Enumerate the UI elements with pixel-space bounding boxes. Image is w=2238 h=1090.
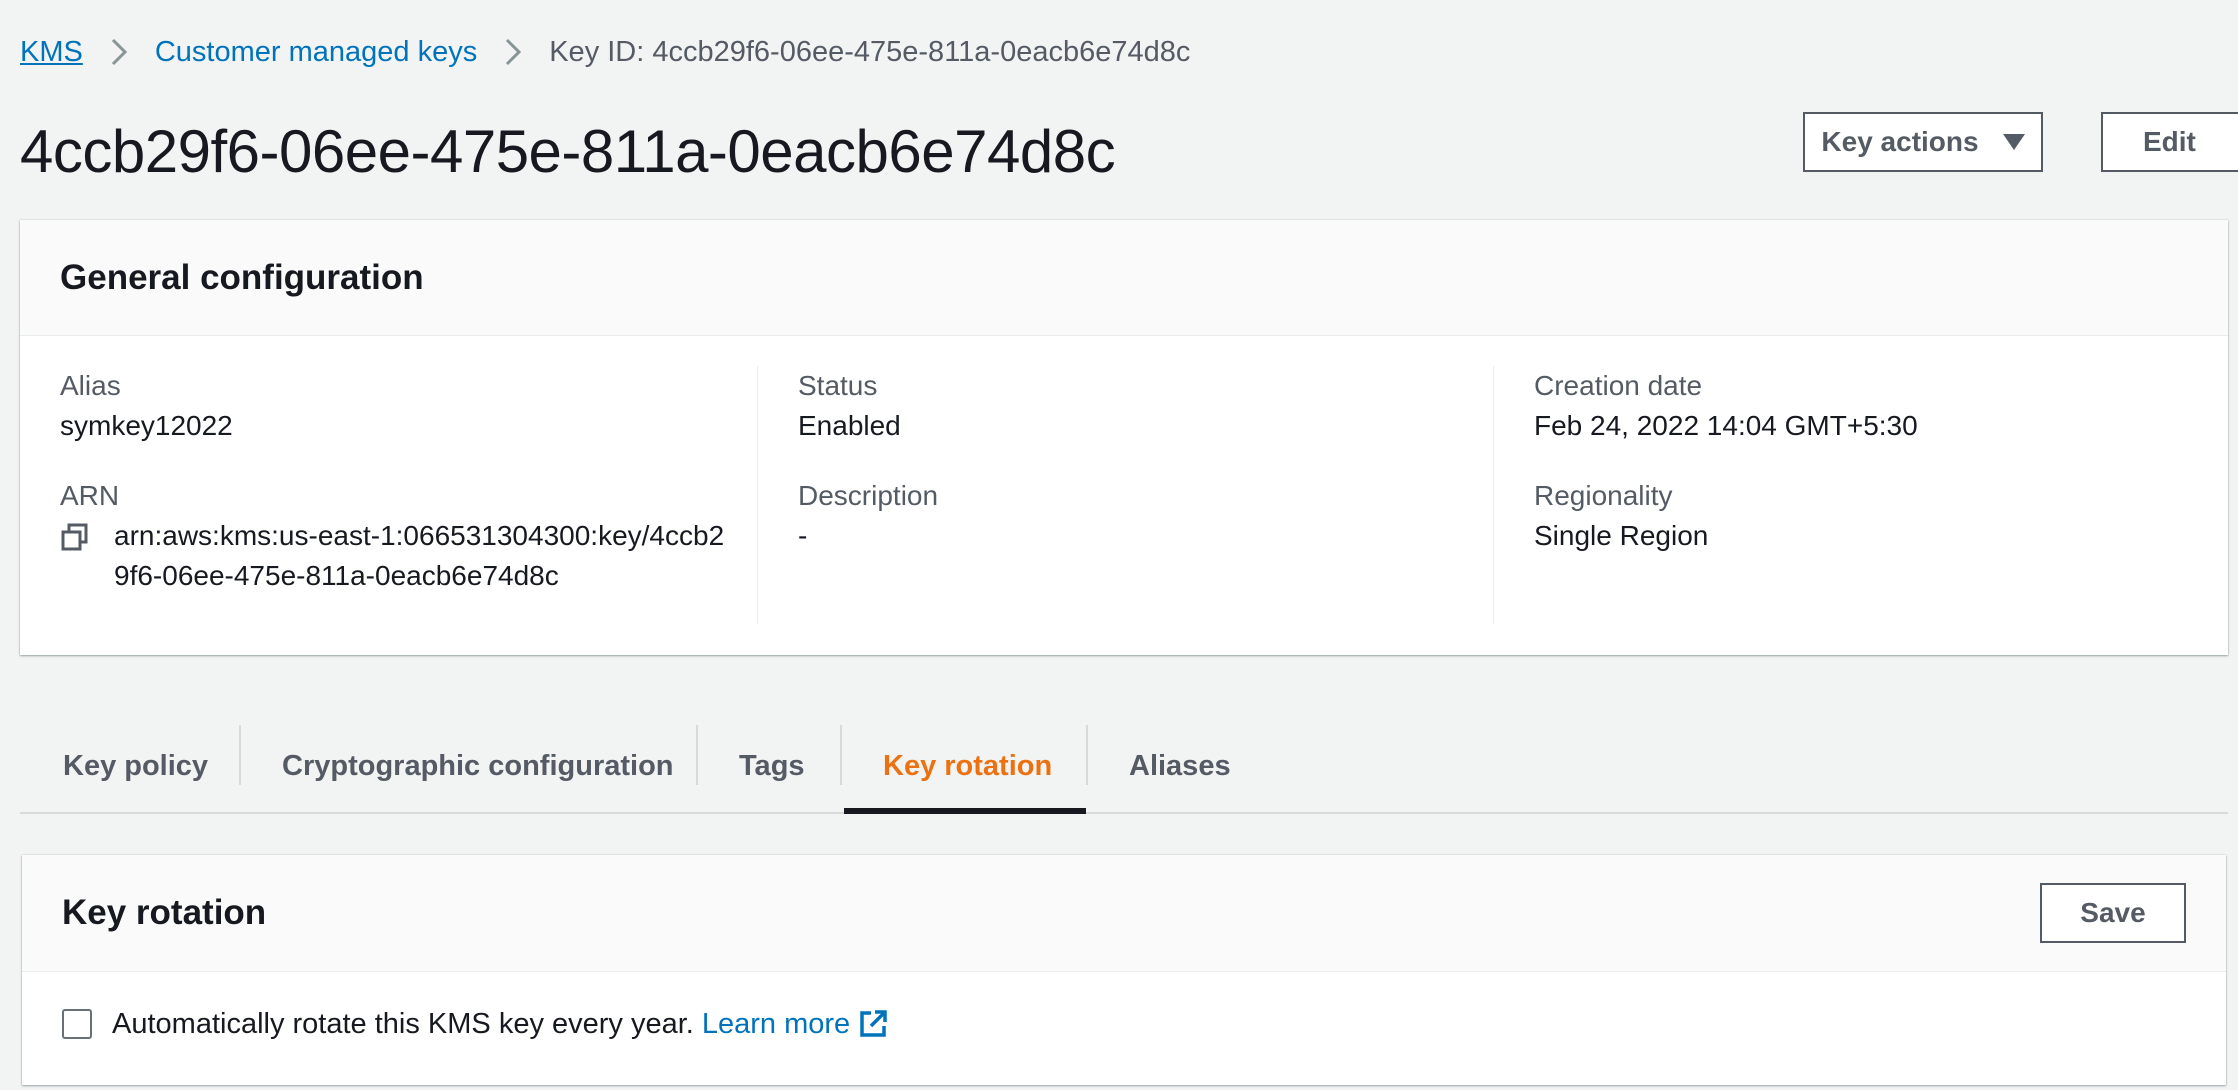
breadcrumb: KMS Customer managed keys Key ID: 4ccb29… — [20, 30, 1190, 74]
breadcrumb-kms-link[interactable]: KMS — [20, 36, 83, 69]
status-value: Enabled — [798, 410, 901, 441]
tab-aliases[interactable]: Aliases — [1129, 720, 1231, 812]
save-label: Save — [2080, 897, 2146, 928]
alias-label: Alias — [60, 370, 121, 401]
tab-key-rotation[interactable]: Key rotation — [883, 720, 1052, 812]
auto-rotate-row: Automatically rotate this KMS key every … — [22, 972, 2226, 1076]
column-creation-regionality: Creation date Feb 24, 2022 14:04 GMT+5:3… — [1493, 366, 2194, 624]
regionality-label: Regionality — [1534, 480, 1673, 511]
arn-value: arn:aws:kms:us-east-1:066531304300:key/4… — [114, 520, 725, 591]
tab-divider — [1086, 725, 1088, 785]
description-label: Description — [798, 480, 939, 511]
arn-row: arn:aws:kms:us-east-1:066531304300:key/4… — [60, 516, 750, 596]
breadcrumb-customer-managed-keys-link[interactable]: Customer managed keys — [155, 36, 477, 69]
creation-date-label: Creation date — [1534, 370, 1703, 401]
description-value: - — [798, 520, 808, 551]
external-link-icon[interactable] — [858, 1009, 888, 1039]
save-button[interactable]: Save — [2040, 883, 2186, 943]
auto-rotate-checkbox[interactable] — [62, 1009, 92, 1039]
tab-bar: Key policy Cryptographic configuration T… — [20, 720, 2228, 814]
auto-rotate-label: Automatically rotate this KMS key every … — [112, 1007, 694, 1040]
key-rotation-panel: Key rotation Save Automatically rotate t… — [22, 855, 2226, 1085]
general-configuration-panel: General configuration Alias symkey12022 … — [20, 220, 2228, 655]
breadcrumb-current: Key ID: 4ccb29f6-06ee-475e-811a-0eacb6e7… — [549, 35, 1191, 68]
active-tab-indicator — [844, 808, 1086, 814]
chevron-right-icon — [477, 37, 549, 67]
edit-button[interactable]: Edit — [2101, 112, 2238, 172]
general-configuration-title: General configuration — [60, 257, 424, 297]
alias-value: symkey12022 — [60, 410, 233, 441]
general-configuration-columns: Alias symkey12022 ARN arn:aws:kms:us-eas… — [20, 366, 2228, 624]
edit-label: Edit — [2143, 126, 2196, 157]
key-rotation-header: Key rotation Save — [22, 855, 2226, 972]
key-actions-label: Key actions — [1821, 126, 1979, 157]
copy-icon[interactable] — [60, 516, 114, 557]
creation-date-value: Feb 24, 2022 14:04 GMT+5:30 — [1534, 410, 1918, 441]
chevron-right-icon — [83, 37, 155, 67]
tab-key-policy[interactable]: Key policy — [63, 720, 208, 812]
status-label: Status — [798, 370, 878, 401]
column-alias-arn: Alias symkey12022 ARN arn:aws:kms:us-eas… — [60, 366, 750, 624]
tab-divider — [696, 725, 698, 785]
tab-divider — [840, 725, 842, 785]
regionality-value: Single Region — [1534, 520, 1709, 551]
tab-tags[interactable]: Tags — [739, 720, 805, 812]
arn-label: ARN — [60, 480, 120, 511]
column-status-description: Status Enabled Description - — [757, 366, 1491, 624]
general-configuration-header: General configuration — [20, 220, 2228, 336]
tab-divider — [239, 725, 241, 785]
key-rotation-title: Key rotation — [62, 893, 267, 932]
page-title: 4ccb29f6-06ee-475e-811a-0eacb6e74d8c — [20, 118, 1116, 185]
learn-more-link[interactable]: Learn more — [702, 1008, 850, 1041]
tab-cryptographic-configuration[interactable]: Cryptographic configuration — [282, 720, 674, 812]
key-actions-button[interactable]: Key actions — [1803, 112, 2043, 172]
caret-down-icon — [2002, 134, 2025, 150]
